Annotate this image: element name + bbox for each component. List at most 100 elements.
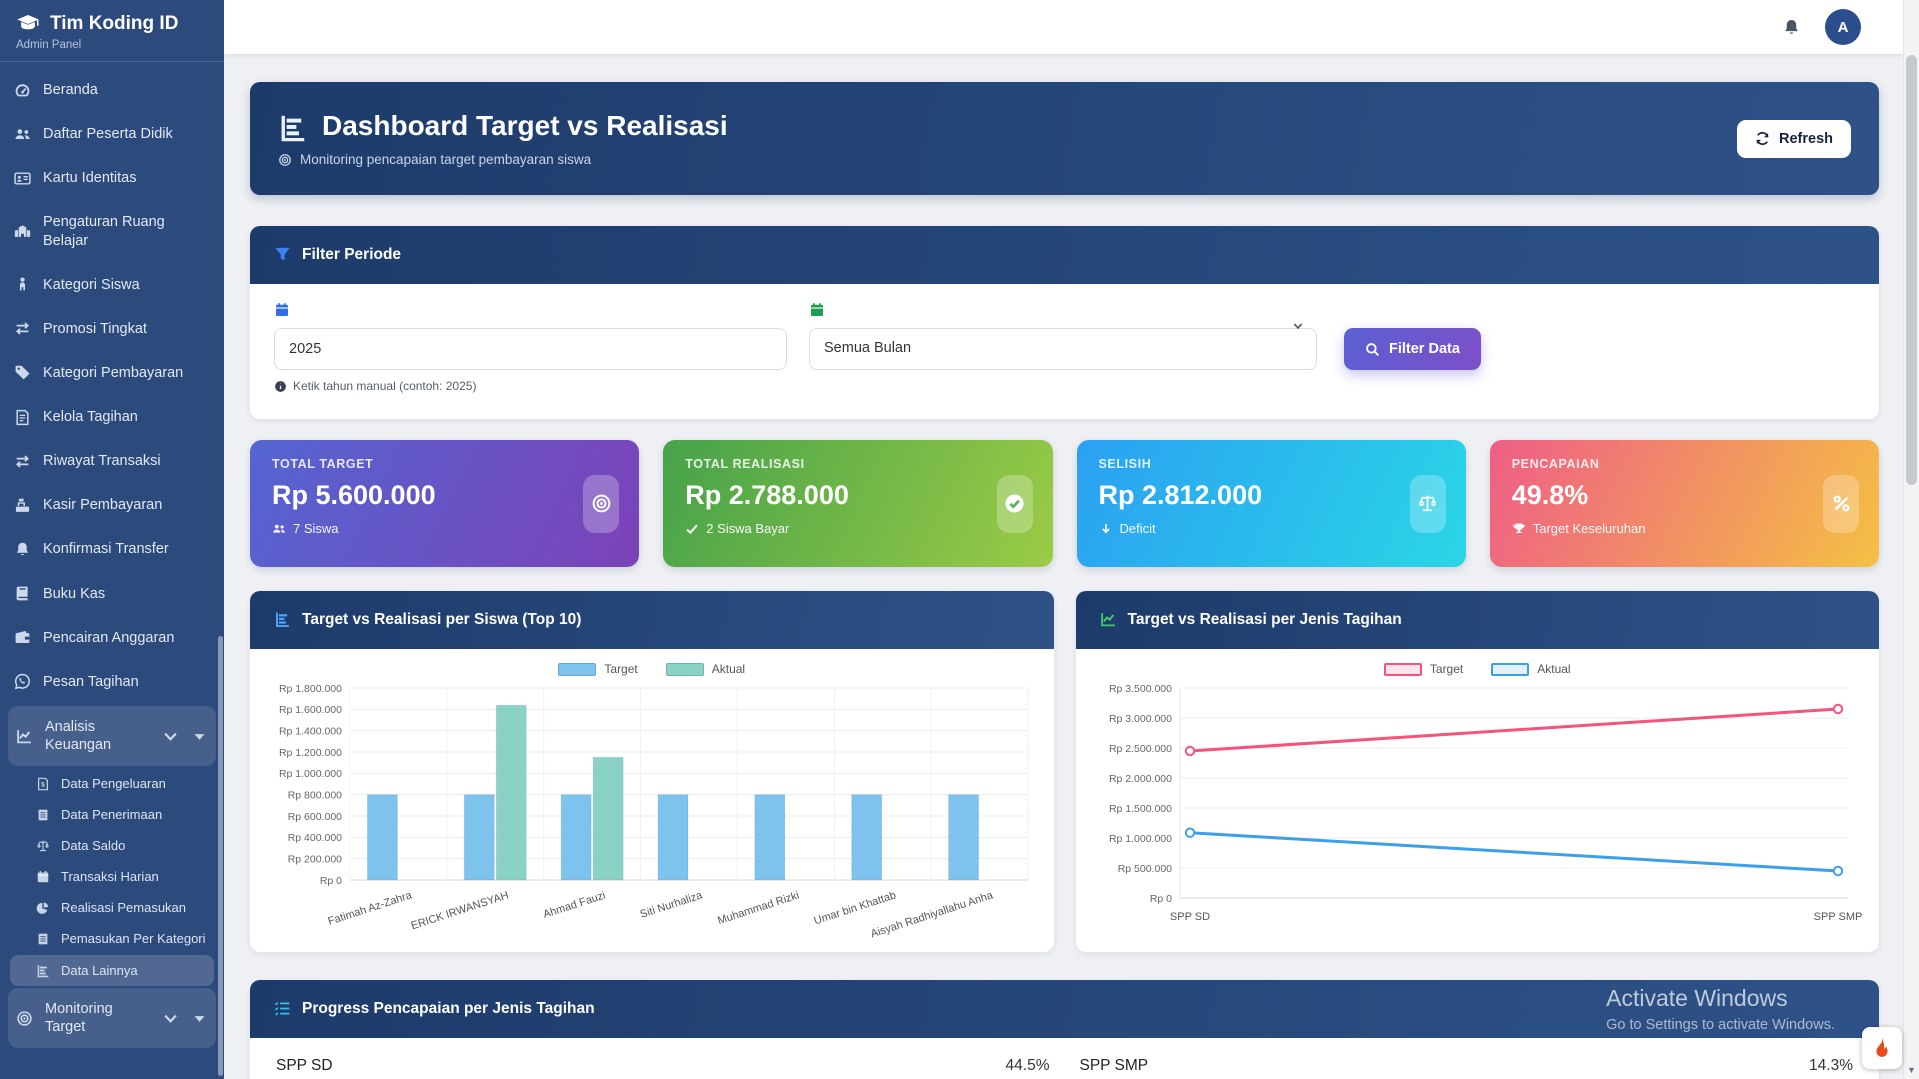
- svg-text:$: $: [41, 781, 45, 788]
- svg-text:Rp 1.000.000: Rp 1.000.000: [279, 768, 342, 780]
- page-subtitle-row: Monitoring pencapaian target pembayaran …: [278, 152, 728, 167]
- balance-scale-icon: [36, 839, 50, 853]
- sidebar-item-pengaturan-ruang-belajar[interactable]: Pengaturan Ruang Belajar: [0, 200, 224, 262]
- sidebar-item-beranda[interactable]: Beranda: [0, 68, 224, 112]
- chart-line-icon: [1100, 611, 1117, 628]
- page-title-row: Dashboard Target vs Realisasi: [278, 110, 728, 143]
- sidebar-item-kategori-siswa[interactable]: Kategori Siswa: [0, 263, 224, 307]
- sidebar-item-daftar-peserta-didik[interactable]: Daftar Peserta Didik: [0, 112, 224, 156]
- sidebar-subitem-label: Data Saldo: [61, 838, 125, 853]
- line-chart-svg: Rp 0Rp 500.000Rp 1.000.000Rp 1.500.000Rp…: [1090, 678, 1866, 944]
- sidebar-subitem-label: Transaksi Harian: [61, 869, 159, 884]
- sidebar-subitem-data-penerimaan[interactable]: Data Penerimaan: [0, 799, 224, 830]
- flame-icon: [1870, 1036, 1894, 1060]
- arrow-down-icon: [1099, 522, 1113, 536]
- stat-sub: Deficit: [1099, 521, 1444, 536]
- sidebar-item-label: Pesan Tagihan: [43, 673, 139, 691]
- debug-toolbar-button[interactable]: [1862, 1027, 1902, 1069]
- refresh-button[interactable]: Refresh: [1737, 120, 1851, 158]
- progress-row-value: 44.5%: [1006, 1057, 1050, 1075]
- chevron-down-icon: [1292, 317, 1304, 329]
- stat-sub: 7 Siswa: [272, 521, 617, 536]
- person-icon: [14, 276, 31, 293]
- svg-text:Rp 500.000: Rp 500.000: [1117, 863, 1171, 875]
- avatar[interactable]: A: [1825, 9, 1861, 45]
- receipt-icon: [36, 932, 50, 946]
- scroll-down-arrow-icon[interactable]: ▼: [1904, 1065, 1919, 1075]
- sidebar-subitem-label: Pemasukan Per Kategori: [61, 931, 206, 946]
- users-icon: [272, 522, 286, 536]
- sidebar-item-kelola-tagihan[interactable]: Kelola Tagihan: [0, 395, 224, 439]
- sidebar-item-label: Promosi Tingkat: [43, 320, 147, 338]
- sidebar-item-label: Kelola Tagihan: [43, 408, 138, 426]
- page-scrollbar[interactable]: ▼: [1903, 0, 1919, 1079]
- svg-text:Rp 1.500.000: Rp 1.500.000: [1108, 803, 1171, 815]
- graduation-cap-icon: [16, 12, 40, 36]
- svg-text:Rp 800.000: Rp 800.000: [288, 789, 342, 801]
- search-icon: [1365, 342, 1380, 357]
- sidebar-subitem-data-pengeluaran[interactable]: $Data Pengeluaran: [0, 768, 224, 799]
- users-icon: [14, 126, 31, 143]
- calendar-day-icon: [36, 870, 50, 884]
- exchange-icon: [14, 453, 31, 470]
- sidebar-subitem-data-saldo[interactable]: Data Saldo: [0, 830, 224, 861]
- line-chart-card: Target vs Realisasi per Jenis Tagihan Ta…: [1076, 591, 1880, 952]
- filter-data-button[interactable]: Filter Data: [1344, 328, 1481, 370]
- line-chart-header: Target vs Realisasi per Jenis Tagihan: [1076, 591, 1880, 649]
- progress-card: Progress Pencapaian per Jenis Tagihan SP…: [250, 980, 1879, 1079]
- info-icon: [274, 380, 287, 393]
- sidebar-item-kartu-identitas[interactable]: Kartu Identitas: [0, 156, 224, 200]
- svg-text:Muhammad Rizki: Muhammad Rizki: [716, 889, 801, 927]
- list-check-icon: [274, 1000, 291, 1017]
- brand-title: Tim Koding ID: [50, 13, 178, 35]
- sidebar-item-pencairan-anggaran[interactable]: Pencairan Anggaran: [0, 616, 224, 660]
- cash-register-icon: [14, 497, 31, 514]
- sidebar-item-pesan-tagihan[interactable]: Pesan Tagihan: [0, 660, 224, 704]
- sidebar: Tim Koding ID Admin Panel BerandaDaftar …: [0, 0, 224, 1079]
- line-chart-icon: [1100, 611, 1117, 629]
- flame-icon: [1870, 1036, 1894, 1060]
- sidebar-item-label: Riwayat Transaksi: [43, 452, 161, 470]
- stat-label: TOTAL REALISASI: [685, 457, 1030, 471]
- svg-text:Rp 2.500.000: Rp 2.500.000: [1108, 743, 1171, 755]
- legend-swatch: [558, 663, 596, 676]
- sidebar-item-label: Pencairan Anggaran: [43, 629, 174, 647]
- sidebar-item-buku-kas[interactable]: Buku Kas: [0, 572, 224, 616]
- sidebar-subitem-label: Realisasi Pemasukan: [61, 900, 186, 915]
- sidebar-item-konfirmasi-transfer[interactable]: Konfirmasi Transfer: [0, 527, 224, 571]
- stat-sub: Target Keseluruhan: [1512, 521, 1857, 536]
- legend-swatch: [1384, 663, 1422, 676]
- sidebar-subitem-label: Data Penerimaan: [61, 807, 162, 822]
- stat-label: TOTAL TARGET: [272, 457, 617, 471]
- stat-badge: [583, 475, 619, 533]
- bar-chart-body: TargetAktual Rp 0Rp 200.000Rp 400.000Rp …: [250, 649, 1054, 949]
- sidebar-subitem-pemasukan-per-kategori[interactable]: Pemasukan Per Kategori: [0, 923, 224, 954]
- svg-text:Ahmad Fauzi: Ahmad Fauzi: [542, 889, 607, 920]
- sidebar-item-label: Kartu Identitas: [43, 169, 137, 187]
- brand: Tim Koding ID Admin Panel: [0, 0, 224, 62]
- sidebar-subitem-transaksi-harian[interactable]: Transaksi Harian: [0, 861, 224, 892]
- sidebar-item-kasir-pembayaran[interactable]: Kasir Pembayaran: [0, 483, 224, 527]
- stat-value: 49.8%: [1512, 480, 1857, 511]
- progress-row-label: SPP SD: [276, 1057, 333, 1075]
- year-input[interactable]: [274, 328, 787, 370]
- sidebar-item-kategori-pembayaran[interactable]: Kategori Pembayaran: [0, 351, 224, 395]
- sidebar-item-promosi-tingkat[interactable]: Promosi Tingkat: [0, 307, 224, 351]
- sidebar-item-monitoring-target[interactable]: Monitoring Target: [8, 988, 216, 1048]
- sidebar-subitem-realisasi-pemasukan[interactable]: Realisasi Pemasukan: [0, 892, 224, 923]
- line-chart-legend: TargetAktual: [1090, 662, 1866, 676]
- page-scrollbar-thumb[interactable]: [1906, 55, 1917, 485]
- sidebar-scrollbar-thumb[interactable]: [218, 636, 223, 1076]
- sidebar-item-analisis-keuangan[interactable]: Analisis Keuangan: [8, 706, 216, 766]
- legend-item: Aktual: [1491, 662, 1570, 676]
- stat-card-total-realisasi: TOTAL REALISASIRp 2.788.0002 Siswa Bayar: [663, 440, 1052, 567]
- stat-value: Rp 2.812.000: [1099, 480, 1444, 511]
- file-invoice-dollar-icon: $: [36, 777, 50, 791]
- line-chart-body: TargetAktual Rp 0Rp 500.000Rp 1.000.000R…: [1076, 649, 1880, 949]
- sidebar-item-riwayat-transaksi[interactable]: Riwayat Transaksi: [0, 439, 224, 483]
- month-select[interactable]: Semua Bulan: [809, 328, 1317, 370]
- sidebar-item-label: Konfirmasi Transfer: [43, 540, 169, 558]
- notification-bell-icon[interactable]: [1782, 18, 1801, 37]
- sidebar-subitem-data-lainnya[interactable]: Data Lainnya: [10, 955, 214, 986]
- exchange-icon: [14, 320, 31, 337]
